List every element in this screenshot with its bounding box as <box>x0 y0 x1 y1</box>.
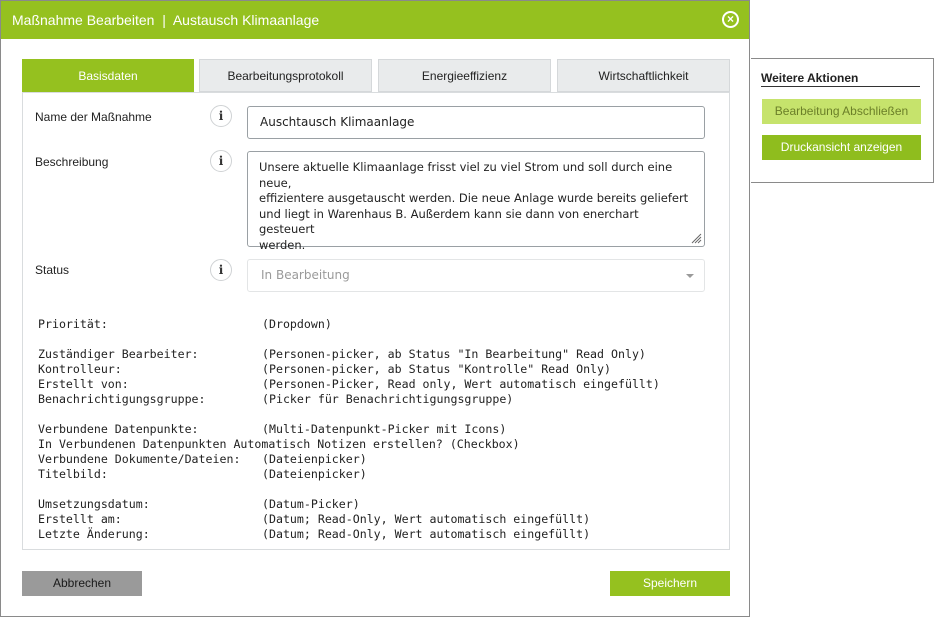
spec-value: (Datum; Read-Only, Wert automatisch eing… <box>262 512 591 526</box>
spec-value: (Datum; Read-Only, Wert automatisch eing… <box>262 527 591 541</box>
spec-value: (Multi-Datenpunkt-Picker mit Icons) <box>262 422 507 436</box>
info-icon[interactable]: i <box>210 150 232 172</box>
spec-key: Titelbild: <box>38 467 108 481</box>
tab-bearbeitungsprotokoll[interactable]: Bearbeitungsprotokoll <box>199 59 372 92</box>
status-label: Status <box>35 263 70 277</box>
spec-value: (Personen-picker, ab Status "In Bearbeit… <box>262 347 646 361</box>
description-textarea[interactable]: Unsere aktuelle Klimaanlage frisst viel … <box>247 151 705 252</box>
further-actions-panel: Weitere Aktionen Bearbeitung Abschließen… <box>751 58 934 183</box>
spec-value: (Personen-picker, ab Status "Kontrolle" … <box>262 362 612 376</box>
description-label: Beschreibung <box>35 155 109 169</box>
info-icon[interactable]: i <box>210 259 232 281</box>
spec-key: Zuständiger Bearbeiter: <box>38 347 199 361</box>
spec-key: Kontrolleur: <box>38 362 122 376</box>
finish-editing-button[interactable]: Bearbeitung Abschließen <box>762 99 921 124</box>
spec-key: Letzte Änderung: <box>38 527 150 541</box>
spec-key: Benachrichtigungsgruppe: <box>38 392 206 406</box>
description-line: und liegt in Warenhaus B. Außerdem kann … <box>259 206 639 237</box>
description-line: werden. <box>259 237 306 252</box>
spec-key: Erstellt am: <box>38 512 122 526</box>
spec-key: Priorität: <box>38 317 108 331</box>
tab-bar: Basisdaten Bearbeitungsprotokoll Energie… <box>22 59 730 92</box>
print-view-button[interactable]: Druckansicht anzeigen <box>762 135 921 160</box>
name-input[interactable]: Auschtausch Klimaanlage <box>247 106 705 139</box>
spec-key: In Verbundenen Datenpunkten Automatisch … <box>38 437 520 451</box>
status-value: In Bearbeitung <box>261 268 350 282</box>
spec-key: Umsetzungsdatum: <box>38 497 150 511</box>
tab-wirtschaftlichkeit[interactable]: Wirtschaftlichkeit <box>557 59 730 92</box>
spec-value: (Dateienpicker) <box>262 467 367 481</box>
description-line: Unsere aktuelle Klimaanlage frisst viel … <box>259 160 673 190</box>
edit-measure-dialog: Maßnahme Bearbeiten | Austausch Klimaanl… <box>0 0 750 617</box>
spec-value: (Personen-Picker, Read only, Wert automa… <box>262 377 660 391</box>
basisdaten-panel: Name der Maßnahme i Auschtausch Klimaanl… <box>22 92 730 550</box>
resize-handle-icon[interactable] <box>690 232 702 244</box>
description-line: effizientere ausgetauscht werden. Die ne… <box>259 191 689 205</box>
chevron-down-icon <box>686 274 694 278</box>
name-label: Name der Maßnahme <box>35 110 152 124</box>
spec-value: (Dateienpicker) <box>262 452 367 466</box>
spec-value: (Dropdown) <box>262 317 332 331</box>
spec-key: Erstellt von: <box>38 377 129 391</box>
save-button[interactable]: Speichern <box>610 571 730 596</box>
spec-key: Verbundene Dokumente/Dateien: <box>38 452 241 466</box>
tab-basisdaten[interactable]: Basisdaten <box>22 59 194 92</box>
dialog-title: Maßnahme Bearbeiten | Austausch Klimaanl… <box>12 12 320 28</box>
close-icon[interactable]: × <box>722 11 739 28</box>
spec-key: Verbundene Datenpunkte: <box>38 422 199 436</box>
further-actions-title: Weitere Aktionen <box>761 71 920 87</box>
spec-value: (Datum-Picker) <box>262 497 360 511</box>
spec-value: (Picker für Benachrichtigungsgruppe) <box>262 392 514 406</box>
dialog-titlebar: Maßnahme Bearbeiten | Austausch Klimaanl… <box>1 1 749 39</box>
status-select[interactable]: In Bearbeitung <box>247 259 705 292</box>
tab-energieeffizienz[interactable]: Energieeffizienz <box>378 59 551 92</box>
cancel-button[interactable]: Abbrechen <box>22 571 142 596</box>
info-icon[interactable]: i <box>210 105 232 127</box>
